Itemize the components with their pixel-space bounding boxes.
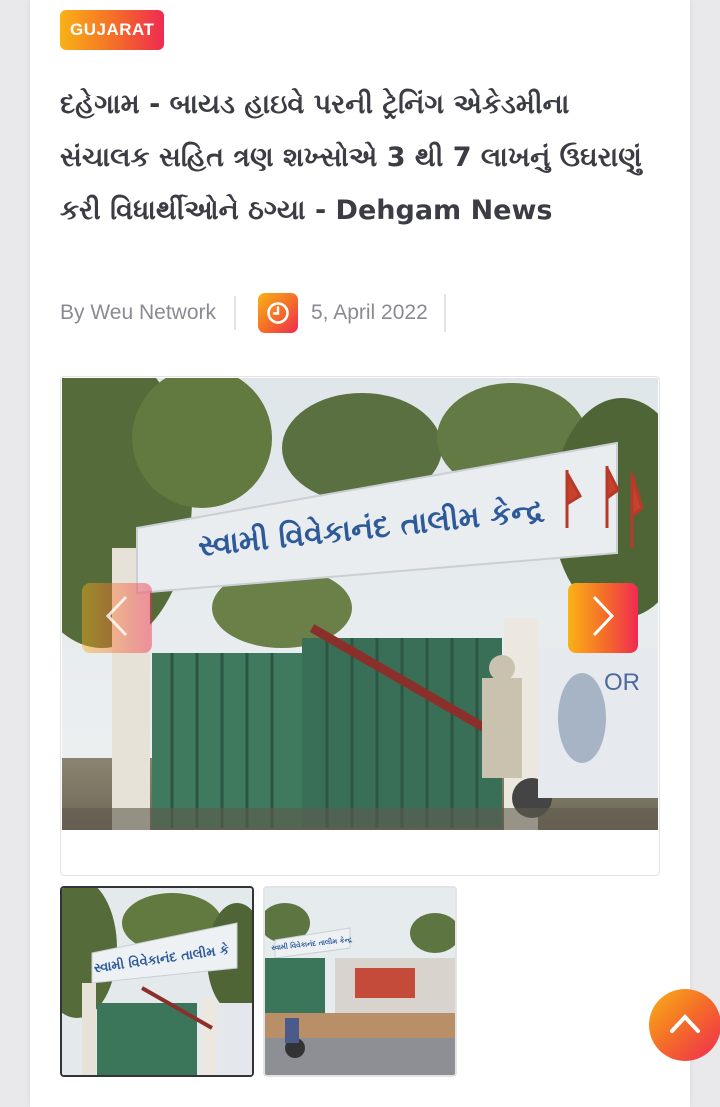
clock-icon [258,293,298,333]
article-meta: By Weu Network 5, April 2022 [60,290,660,336]
wall-text: OR [604,669,640,696]
chevron-left-icon [100,593,134,643]
meta-divider [234,296,236,330]
slider-next-button[interactable] [568,583,638,653]
slider-prev-button[interactable] [82,583,152,653]
chevron-right-icon [586,593,620,643]
image-slider[interactable]: સ્વામી વિવેકાનંદ તાલીમ કેન્દ્ર OR [60,376,660,876]
article-title: દહેગામ - બાયડ હાઇવે પરની ટ્રેનિંગ એકેડમી… [60,89,642,226]
chevron-up-icon [668,1011,702,1039]
gallery-thumbnail[interactable]: સ્વામી વિવેકાનંદ તાલીમ કેન્દ્ર [263,886,457,1077]
publish-date: 5, April 2022 [311,301,428,324]
thumbnail-image: સ્વામી વિવેકાનંદ તાલીમ કે [62,888,252,1075]
meta-divider [443,294,446,332]
category-badge[interactable]: GUJARAT [60,10,165,50]
thumbnail-image: સ્વામી વિવેકાનંદ તાલીમ કેન્દ્ર [265,888,455,1075]
author-name[interactable]: By Weu Network [60,301,216,325]
scroll-to-top-button[interactable] [649,989,720,1061]
gallery-thumbnail[interactable]: સ્વામી વિવેકાનંદ તાલીમ કે [60,886,254,1077]
